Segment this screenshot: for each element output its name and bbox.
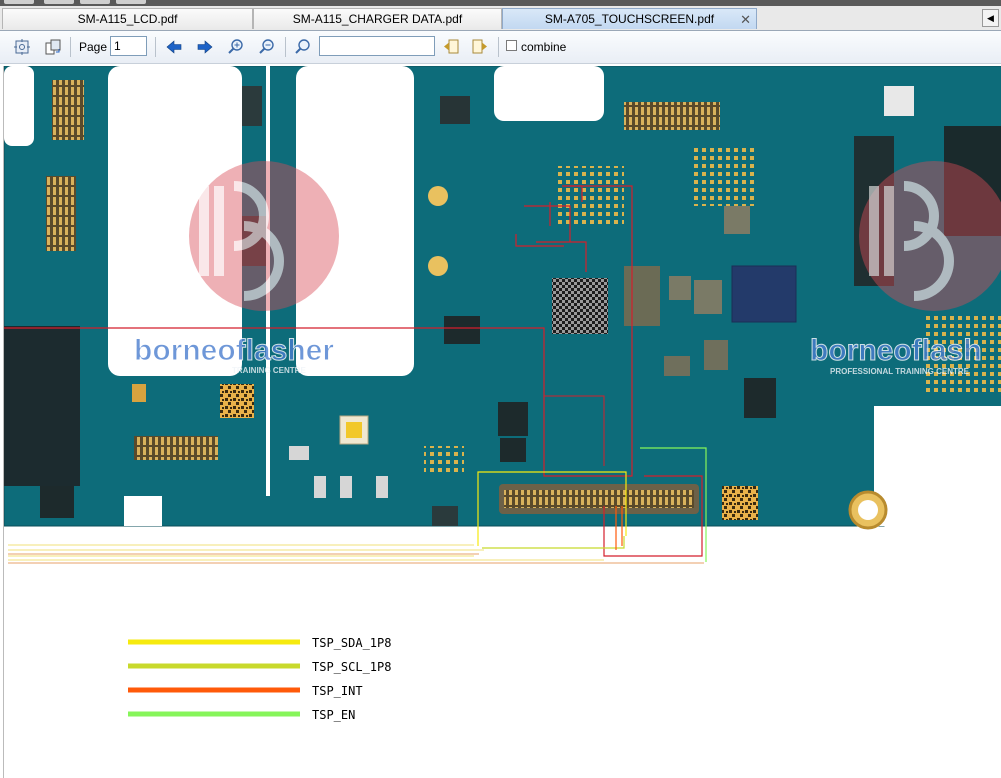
search-input[interactable] bbox=[319, 36, 435, 56]
find-previous-icon bbox=[444, 39, 459, 54]
window-strip-button[interactable] bbox=[116, 0, 146, 4]
combine-checkbox[interactable] bbox=[506, 40, 517, 51]
toolbar-divider bbox=[70, 37, 71, 57]
zoom-out-icon bbox=[259, 39, 274, 54]
fit-page-icon bbox=[14, 39, 30, 55]
find-previous-button[interactable] bbox=[440, 36, 462, 58]
board-cutout-top bbox=[494, 66, 604, 121]
watermark-brand-left: borneoflasher bbox=[134, 334, 334, 367]
tab-label: SM-A115_CHARGER DATA.pdf bbox=[292, 12, 463, 26]
main-ic-chip bbox=[552, 278, 608, 334]
close-tab-icon[interactable]: ✕ bbox=[740, 9, 751, 30]
legend-label-tsp-int: TSP_INT bbox=[312, 684, 363, 698]
zoom-in-icon bbox=[228, 39, 243, 54]
pdf-document-view[interactable]: borneoflasher TRAINING CENTRE borneoflas… bbox=[3, 66, 1001, 778]
arrow-right-icon bbox=[197, 40, 213, 54]
page-number-input[interactable] bbox=[110, 36, 147, 56]
legend-label-tsp-sda: TSP_SDA_1P8 bbox=[312, 636, 391, 650]
schematic-page: borneoflasher TRAINING CENTRE borneoflas… bbox=[4, 66, 1001, 778]
watermark-subtitle-right: PROFESSIONAL TRAINING CENTRE bbox=[830, 367, 970, 376]
rotate-page-button[interactable] bbox=[42, 36, 64, 58]
tab-sm-a115-lcd[interactable]: SM-A115_LCD.pdf bbox=[2, 8, 253, 29]
touchscreen-connector bbox=[504, 490, 694, 508]
zoom-out-button[interactable] bbox=[256, 36, 278, 58]
document-tab-bar: SM-A115_LCD.pdf SM-A115_CHARGER DATA.pdf… bbox=[0, 6, 1001, 31]
find-next-icon bbox=[472, 39, 487, 54]
tab-sm-a115-charger-data[interactable]: SM-A115_CHARGER DATA.pdf bbox=[253, 8, 502, 29]
viewer-toolbar: Page bbox=[0, 31, 1001, 64]
rotate-page-icon bbox=[45, 39, 61, 55]
window-strip-button[interactable] bbox=[44, 0, 74, 4]
legend-label-tsp-scl: TSP_SCL_1P8 bbox=[312, 660, 391, 674]
search-button[interactable] bbox=[292, 36, 314, 58]
zoom-in-button[interactable] bbox=[225, 36, 247, 58]
watermark-brand-right: borneoflash bbox=[810, 334, 982, 367]
find-next-button[interactable] bbox=[469, 36, 491, 58]
combine-label: combine bbox=[521, 40, 567, 54]
watermark-subtitle-left: TRAINING CENTRE bbox=[232, 366, 306, 375]
arrow-left-icon bbox=[166, 40, 182, 54]
tab-scroll-left-button[interactable]: ◀ bbox=[982, 9, 999, 27]
legend-label-tsp-en: TSP_EN bbox=[312, 708, 355, 722]
window-strip-button[interactable] bbox=[4, 0, 34, 4]
search-icon bbox=[295, 39, 310, 54]
previous-page-button[interactable] bbox=[163, 36, 185, 58]
fit-page-button[interactable] bbox=[11, 36, 33, 58]
next-page-button[interactable] bbox=[194, 36, 216, 58]
window-strip-button[interactable] bbox=[80, 0, 110, 4]
page-label: Page bbox=[79, 40, 108, 54]
tab-label: SM-A115_LCD.pdf bbox=[77, 12, 178, 26]
toolbar-divider bbox=[498, 37, 499, 57]
tab-label: SM-A705_TOUCHSCREEN.pdf bbox=[544, 12, 715, 26]
tab-sm-a705-touchscreen[interactable]: SM-A705_TOUCHSCREEN.pdf ✕ bbox=[502, 8, 757, 29]
toolbar-divider bbox=[155, 37, 156, 57]
toolbar-divider bbox=[285, 37, 286, 57]
